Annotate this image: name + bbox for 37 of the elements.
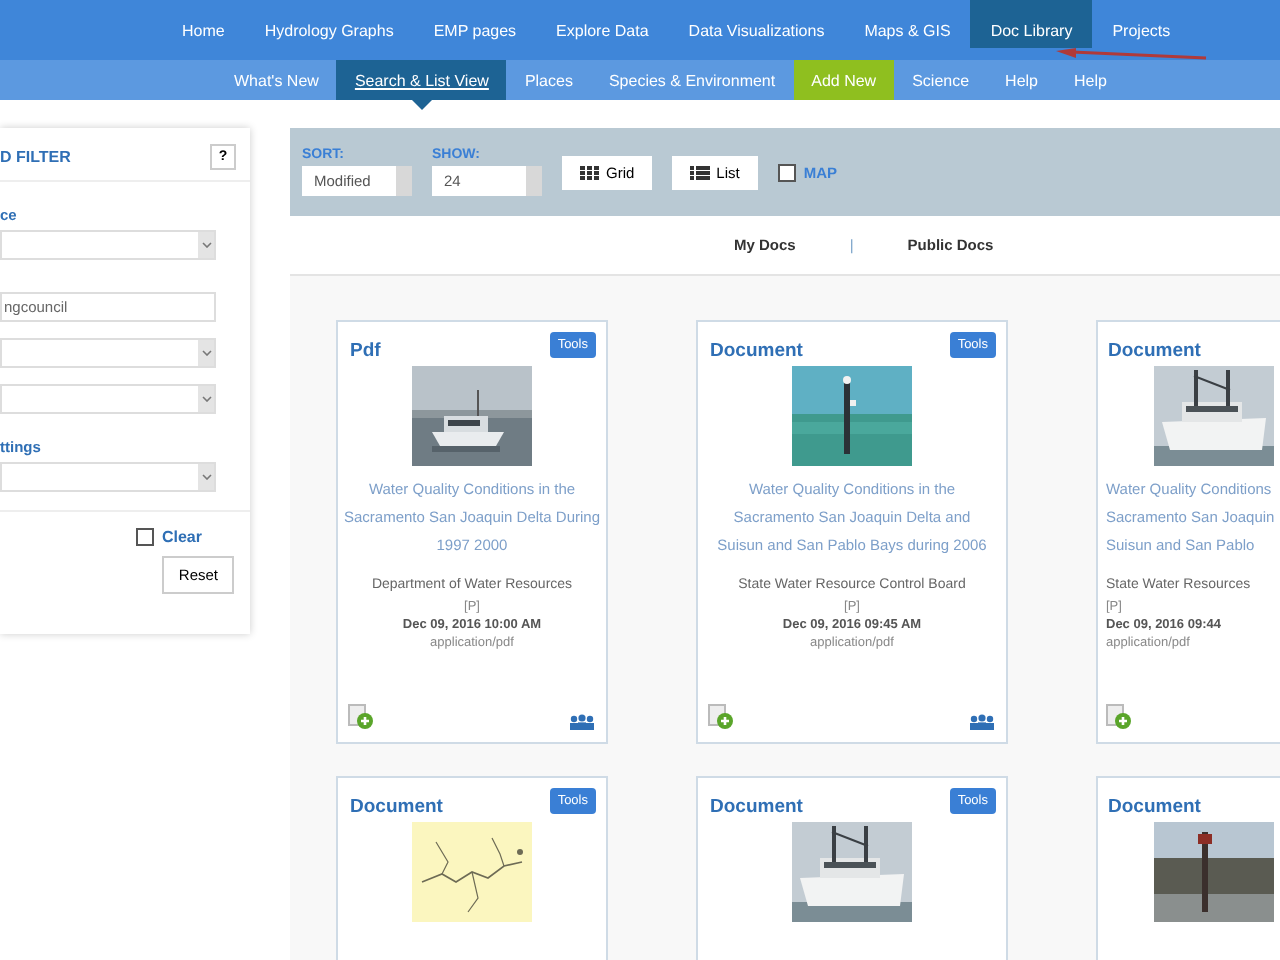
nav-link[interactable]: Data Visualizations bbox=[668, 0, 845, 48]
nav-link[interactable]: What's New bbox=[216, 60, 337, 100]
add-document-icon[interactable] bbox=[1106, 704, 1132, 730]
nav-link[interactable]: Hydrology Graphs bbox=[244, 0, 414, 48]
nav-link[interactable]: Places bbox=[506, 60, 591, 100]
nav-link[interactable]: Science bbox=[894, 60, 988, 100]
document-type[interactable]: Document bbox=[710, 796, 803, 818]
document-type[interactable]: Document bbox=[1108, 796, 1201, 818]
document-type[interactable]: Document bbox=[1108, 340, 1201, 362]
nav-link[interactable]: Species & Environment bbox=[590, 60, 794, 100]
caret-icon bbox=[198, 386, 214, 412]
checkbox[interactable] bbox=[135, 528, 154, 546]
nav-link[interactable]: Help bbox=[987, 60, 1056, 100]
checkbox[interactable] bbox=[777, 163, 796, 181]
nav-link[interactable]: Maps & GIS bbox=[844, 0, 971, 48]
nav-link[interactable]: Add New bbox=[793, 60, 895, 100]
document-type[interactable]: Document bbox=[710, 340, 803, 362]
nav-link[interactable]: Projects bbox=[1092, 0, 1191, 48]
clear-link[interactable]: Clear bbox=[161, 528, 202, 546]
document-type[interactable]: Pdf bbox=[350, 340, 381, 362]
list-icon bbox=[690, 165, 711, 179]
caret-icon bbox=[198, 464, 214, 490]
nav-link[interactable]: Doc Library bbox=[970, 0, 1093, 48]
document-type[interactable]: Document bbox=[350, 796, 443, 818]
people-icon[interactable] bbox=[568, 714, 596, 730]
add-document-icon[interactable] bbox=[708, 704, 734, 730]
panel-title: D FILTER bbox=[0, 148, 71, 166]
nav-link[interactable]: Help bbox=[1056, 60, 1125, 100]
caret-icon bbox=[198, 232, 214, 258]
active-pointer bbox=[411, 100, 432, 110]
people-icon[interactable] bbox=[968, 714, 996, 730]
nav-link[interactable]: Explore Data bbox=[536, 0, 669, 48]
nav-link[interactable]: EMP pages bbox=[413, 0, 537, 48]
nav-link[interactable]: Home bbox=[162, 0, 245, 48]
grid-icon bbox=[580, 165, 600, 179]
add-document-icon[interactable] bbox=[348, 704, 374, 730]
caret-icon bbox=[198, 340, 214, 366]
